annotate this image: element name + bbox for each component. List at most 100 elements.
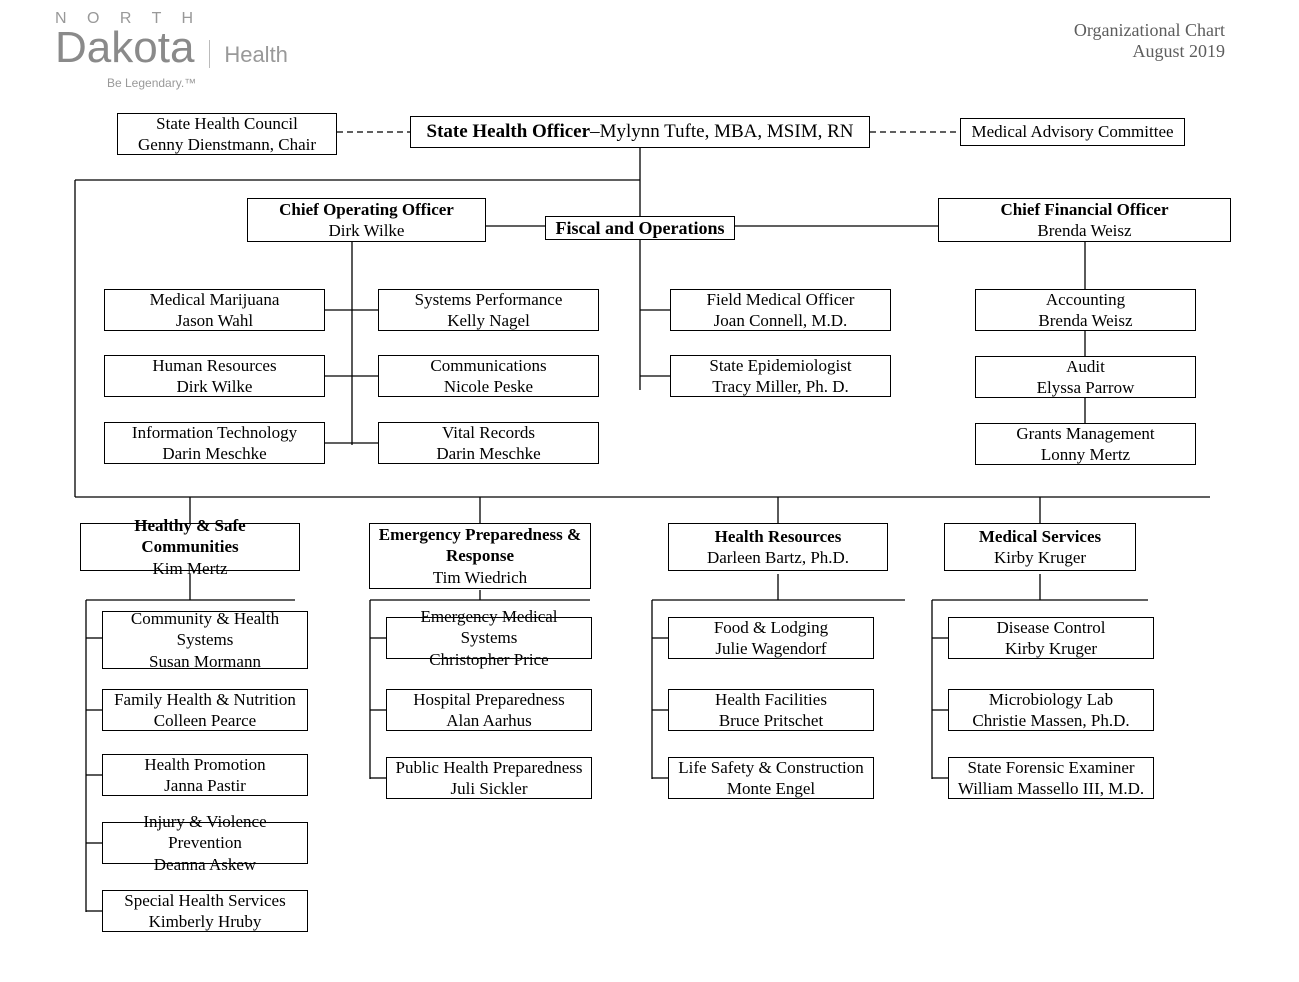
node-medical-advisory-committee: Medical Advisory Committee — [960, 118, 1185, 146]
node-title: Audit — [1066, 356, 1105, 377]
node-title: Health Promotion — [144, 754, 265, 775]
node-title: Disease Control — [996, 617, 1105, 638]
node-coo: Chief Operating Officer Dirk Wilke — [247, 198, 486, 242]
node-person: Dirk Wilke — [177, 376, 253, 397]
node-medical-services: Medical Services Kirby Kruger — [944, 523, 1136, 571]
node-person: Genny Dienstmann, Chair — [138, 134, 316, 155]
node-person: Elyssa Parrow — [1037, 377, 1135, 398]
node-vital-records: Vital Records Darin Meschke — [378, 422, 599, 464]
node-person: Juli Sickler — [451, 778, 528, 799]
node-title: Medical Marijuana — [150, 289, 280, 310]
node-health-resources: Health Resources Darleen Bartz, Ph.D. — [668, 523, 888, 571]
node-person: Jason Wahl — [176, 310, 253, 331]
node-person: Christie Massen, Ph.D. — [972, 710, 1129, 731]
node-title: Special Health Services — [124, 890, 285, 911]
node-title: Hospital Preparedness — [413, 689, 565, 710]
node-family-health-nutrition: Family Health & Nutrition Colleen Pearce — [102, 689, 308, 731]
node-person: Lonny Mertz — [1041, 444, 1130, 465]
node-title: Human Resources — [152, 355, 276, 376]
node-person: Deanna Askew — [154, 854, 256, 875]
node-title: Communications — [430, 355, 546, 376]
node-title: Health Resources — [715, 526, 842, 547]
node-injury-violence-prevention: Injury & Violence Prevention Deanna Aske… — [102, 822, 308, 864]
node-person: Julie Wagendorf — [715, 638, 826, 659]
node-public-health-preparedness: Public Health Preparedness Juli Sickler — [386, 757, 592, 799]
node-title: Emergency Preparedness & Response — [374, 524, 586, 567]
node-person: Kim Mertz — [152, 558, 227, 579]
node-fiscal-operations: Fiscal and Operations — [545, 216, 735, 240]
node-person: Dirk Wilke — [329, 220, 405, 241]
logo-health: Health — [224, 42, 288, 67]
node-title: Health Facilities — [715, 689, 827, 710]
node-special-health-services: Special Health Services Kimberly Hruby — [102, 890, 308, 932]
node-emergency-medical-systems: Emergency Medical Systems Christopher Pr… — [386, 617, 592, 659]
header-meta: Organizational Chart August 2019 — [1074, 20, 1225, 62]
node-title: Food & Lodging — [714, 617, 828, 638]
logo-divider — [209, 40, 210, 68]
node-cfo: Chief Financial Officer Brenda Weisz — [938, 198, 1231, 242]
node-health-promotion: Health Promotion Janna Pastir — [102, 754, 308, 796]
node-grants-management: Grants Management Lonny Mertz — [975, 423, 1196, 465]
node-person: Janna Pastir — [164, 775, 246, 796]
node-person: Joan Connell, M.D. — [714, 310, 848, 331]
node-community-health-systems: Community & Health Systems Susan Mormann — [102, 611, 308, 669]
node-state-health-council: State Health Council Genny Dienstmann, C… — [117, 113, 337, 155]
node-title: Microbiology Lab — [989, 689, 1113, 710]
node-person: Kimberly Hruby — [149, 911, 262, 932]
node-title: State Forensic Examiner — [967, 757, 1134, 778]
node-audit: Audit Elyssa Parrow — [975, 356, 1196, 398]
node-person: Monte Engel — [727, 778, 815, 799]
node-title: Vital Records — [442, 422, 535, 443]
node-person: Brenda Weisz — [1038, 310, 1132, 331]
node-communications: Communications Nicole Peske — [378, 355, 599, 397]
node-person: Nicole Peske — [444, 376, 533, 397]
node-title: Information Technology — [132, 422, 297, 443]
node-title: Accounting — [1046, 289, 1125, 310]
node-person: Brenda Weisz — [1037, 220, 1131, 241]
node-accounting: Accounting Brenda Weisz — [975, 289, 1196, 331]
node-title: Family Health & Nutrition — [114, 689, 296, 710]
node-title: Grants Management — [1016, 423, 1154, 444]
node-title: Systems Performance — [415, 289, 563, 310]
node-healthy-safe-communities: Healthy & Safe Communities Kim Mertz — [80, 523, 300, 571]
node-person: William Massello III, M.D. — [958, 778, 1144, 799]
node-food-lodging: Food & Lodging Julie Wagendorf — [668, 617, 874, 659]
node-title: Chief Financial Officer — [1000, 199, 1168, 220]
node-person: Bruce Pritschet — [719, 710, 823, 731]
node-life-safety-construction: Life Safety & Construction Monte Engel — [668, 757, 874, 799]
node-person: Kelly Nagel — [447, 310, 530, 331]
node-systems-performance: Systems Performance Kelly Nagel — [378, 289, 599, 331]
node-title: Fiscal and Operations — [555, 217, 724, 240]
node-disease-control: Disease Control Kirby Kruger — [948, 617, 1154, 659]
node-person: Alan Aarhus — [446, 710, 531, 731]
node-state-forensic-examiner: State Forensic Examiner William Massello… — [948, 757, 1154, 799]
node-title: Chief Operating Officer — [279, 199, 454, 220]
node-microbiology-lab: Microbiology Lab Christie Massen, Ph.D. — [948, 689, 1154, 731]
node-state-epidemiologist: State Epidemiologist Tracy Miller, Ph. D… — [670, 355, 891, 397]
node-title: State Epidemiologist — [709, 355, 851, 376]
node-field-medical-officer: Field Medical Officer Joan Connell, M.D. — [670, 289, 891, 331]
node-person: Tim Wiedrich — [433, 567, 527, 588]
node-person: Tracy Miller, Ph. D. — [712, 376, 849, 397]
node-person: Susan Mormann — [149, 651, 261, 672]
node-title: Field Medical Officer — [707, 289, 855, 310]
node-title: Injury & Violence Prevention — [107, 811, 303, 854]
node-person: Christopher Price — [429, 649, 548, 670]
node-title: Public Health Preparedness — [396, 757, 583, 778]
node-emergency-preparedness-response: Emergency Preparedness & Response Tim Wi… — [369, 523, 591, 589]
node-person: Kirby Kruger — [994, 547, 1086, 568]
logo-tagline: Be Legendary.™ — [107, 76, 288, 90]
node-state-health-officer: State Health Officer–Mylynn Tufte, MBA, … — [410, 116, 870, 148]
logo-dakota: Dakota — [55, 23, 194, 72]
node-title: Medical Advisory Committee — [971, 121, 1173, 142]
sho-rest: –Mylynn Tufte, MBA, MSIM, RN — [590, 121, 853, 142]
node-information-technology: Information Technology Darin Meschke — [104, 422, 325, 464]
node-human-resources: Human Resources Dirk Wilke — [104, 355, 325, 397]
node-person: Colleen Pearce — [154, 710, 256, 731]
sho-title: State Health Officer — [427, 121, 591, 142]
node-person: Darleen Bartz, Ph.D. — [707, 547, 849, 568]
node-health-facilities: Health Facilities Bruce Pritschet — [668, 689, 874, 731]
node-title: Community & Health Systems — [107, 608, 303, 651]
node-person: Darin Meschke — [436, 443, 540, 464]
node-person: Kirby Kruger — [1005, 638, 1097, 659]
